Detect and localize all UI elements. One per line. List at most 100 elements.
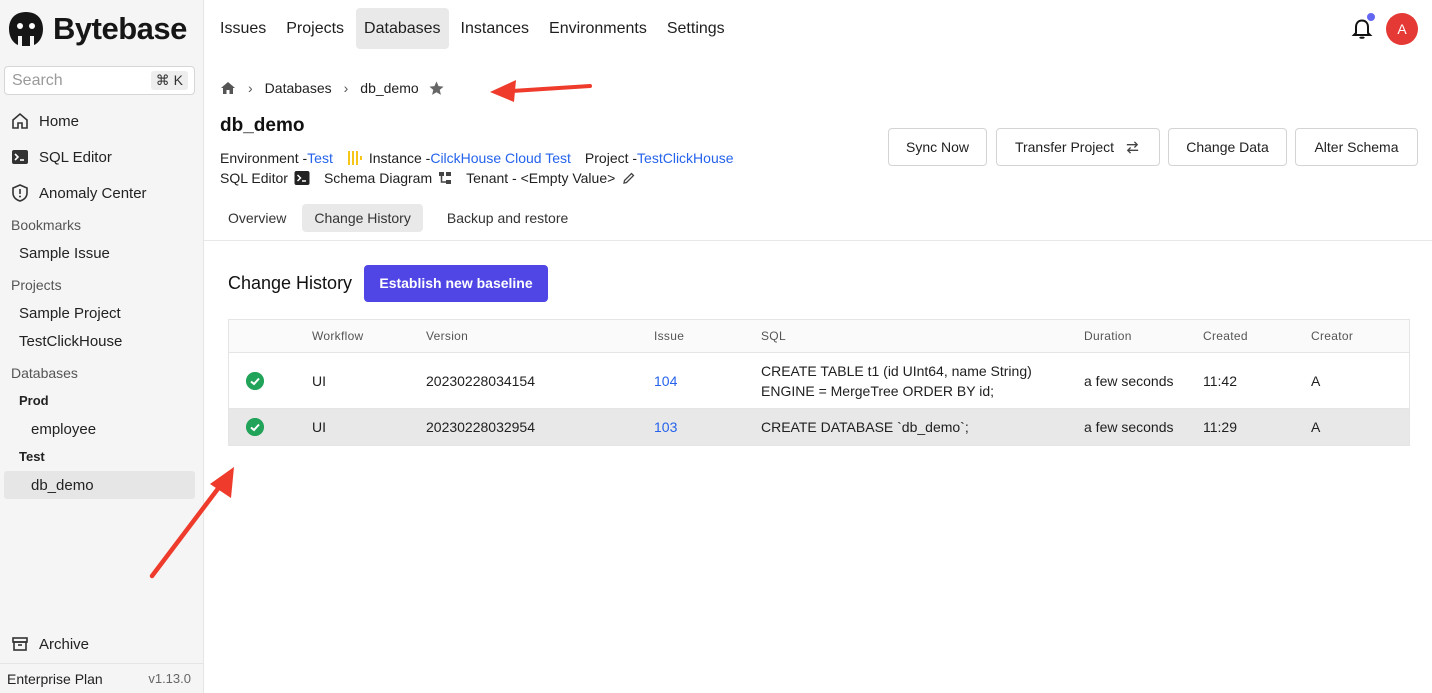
page-title: db_demo <box>220 115 305 136</box>
sidebar-item-label: Home <box>39 112 80 130</box>
pencil-icon[interactable] <box>622 171 636 185</box>
sql-cell-line1: CREATE DATABASE `db_demo`; <box>761 419 969 435</box>
database-item-active[interactable]: db_demo <box>31 477 94 494</box>
project-label: Project - <box>584 150 638 166</box>
sql-editor-link[interactable]: SQL Editor <box>220 170 288 186</box>
check-circle-icon <box>246 418 264 436</box>
topnav-projects[interactable]: Projects <box>278 8 352 49</box>
sidebar-item-sql-editor[interactable]: SQL Editor <box>11 146 112 168</box>
avatar[interactable]: A <box>1386 13 1418 45</box>
home-icon[interactable] <box>220 80 236 96</box>
sidebar-item-label: Anomaly Center <box>39 184 147 202</box>
chevron-right-icon: › <box>343 80 349 96</box>
column-header: Version <box>426 329 469 343</box>
alter-schema-button[interactable]: Alter Schema <box>1295 128 1418 166</box>
table-row[interactable]: UI 20230228034154 104 CREATE TABLE t1 (i… <box>229 353 1409 409</box>
created-cell: 11:29 <box>1203 419 1237 435</box>
home-icon <box>12 112 28 129</box>
plan-label[interactable]: Enterprise Plan <box>7 671 103 687</box>
env-group-prod: Prod <box>19 393 49 408</box>
project-item[interactable]: Sample Project <box>19 305 121 322</box>
search-shortcut: ⌘ K <box>150 71 188 90</box>
instance-label: Instance - <box>368 150 431 166</box>
workflow-cell: UI <box>312 373 326 389</box>
sidebar: Bytebase ⌘ K Home SQL Editor Anomaly Cen… <box>0 0 204 693</box>
sql-cell-line2: ENGINE = MergeTree ORDER BY id; <box>761 383 995 399</box>
issue-link[interactable]: 104 <box>654 373 677 389</box>
top-nav: Issues Projects Databases Instances Envi… <box>212 8 737 49</box>
sidebar-item-label: Archive <box>39 635 90 653</box>
topnav-databases[interactable]: Databases <box>356 8 449 49</box>
creator-cell: A <box>1311 373 1321 389</box>
issue-link[interactable]: 103 <box>654 419 677 435</box>
column-header: Creator <box>1311 329 1354 343</box>
change-history-title: Change History <box>228 273 353 293</box>
transfer-project-label: Transfer Project <box>1014 139 1115 155</box>
project-link[interactable]: TestClickHouse <box>637 150 733 166</box>
breadcrumb-current: db_demo <box>360 80 419 96</box>
workflow-cell: UI <box>312 419 326 435</box>
databases-label: Databases <box>11 365 78 381</box>
swap-arrows-icon <box>1126 140 1139 154</box>
sidebar-item-home[interactable]: Home <box>11 110 79 132</box>
sql-cell-line1: CREATE TABLE t1 (id UInt64, name String) <box>761 363 1032 379</box>
topnav-environments[interactable]: Environments <box>541 8 655 49</box>
terminal-icon <box>12 150 28 164</box>
instance-link[interactable]: CilckHouse Cloud Test <box>430 150 571 166</box>
database-tabs: Overview Change History Backup and resto… <box>216 204 584 232</box>
sidebar-item-anomaly-center[interactable]: Anomaly Center <box>11 182 147 204</box>
version-cell: 20230228032954 <box>426 419 536 435</box>
bookmarks-label: Bookmarks <box>11 217 82 233</box>
database-item[interactable]: employee <box>31 421 96 438</box>
tenant-label: Tenant - <Empty Value> <box>466 170 616 186</box>
table-row[interactable]: UI 20230228032954 103 CREATE DATABASE `d… <box>229 409 1409 445</box>
duration-cell: a few seconds <box>1084 419 1174 435</box>
database-meta-line2: SQL Editor Schema Diagram Tenant - <Empt… <box>220 170 636 186</box>
column-header: Workflow <box>312 329 364 343</box>
projects-label: Projects <box>11 277 62 293</box>
brand-logo[interactable]: Bytebase <box>7 9 187 49</box>
column-header: SQL <box>761 329 786 343</box>
search-input[interactable] <box>12 71 142 90</box>
bytebase-logo-icon <box>9 12 43 46</box>
version-cell: 20230228034154 <box>426 373 536 389</box>
diagram-icon[interactable] <box>438 171 452 185</box>
terminal-icon[interactable] <box>294 170 310 186</box>
project-item[interactable]: TestClickHouse <box>19 333 122 350</box>
chevron-right-icon: › <box>248 80 253 96</box>
sync-now-button[interactable]: Sync Now <box>888 128 987 166</box>
topnav-instances[interactable]: Instances <box>453 8 537 49</box>
search-box[interactable]: ⌘ K <box>4 66 195 95</box>
creator-cell: A <box>1311 419 1321 435</box>
transfer-project-button[interactable]: Transfer Project <box>996 128 1160 166</box>
tab-backup-restore[interactable]: Backup and restore <box>435 204 580 232</box>
shield-icon <box>12 184 28 202</box>
tabs-divider <box>204 240 1432 241</box>
env-label: Environment - <box>220 150 308 166</box>
tab-change-history[interactable]: Change History <box>302 204 423 232</box>
topnav-issues[interactable]: Issues <box>212 8 274 49</box>
notification-dot <box>1366 12 1376 22</box>
sidebar-item-label: SQL Editor <box>39 148 112 166</box>
created-cell: 11:42 <box>1203 373 1237 389</box>
sidebar-item-archive[interactable]: Archive <box>11 633 89 655</box>
breadcrumb-databases[interactable]: Databases <box>265 80 332 96</box>
archive-icon <box>12 637 28 651</box>
sidebar-footer: Enterprise Plan v1.13.0 <box>0 663 203 693</box>
tab-overview[interactable]: Overview <box>216 204 298 232</box>
column-header: Issue <box>654 329 685 343</box>
schema-diagram-link[interactable]: Schema Diagram <box>324 170 432 186</box>
change-history-table: Workflow Version Issue SQL Duration Crea… <box>228 319 1410 446</box>
bookmark-item[interactable]: Sample Issue <box>19 245 110 262</box>
env-link[interactable]: Test <box>307 150 333 166</box>
brand-name: Bytebase <box>53 11 187 46</box>
env-group-test: Test <box>19 449 45 464</box>
breadcrumb: › Databases › db_demo <box>220 78 445 98</box>
annotation-arrow-breadcrumb <box>490 80 592 102</box>
establish-baseline-button[interactable]: Establish new baseline <box>364 265 548 302</box>
topnav-settings[interactable]: Settings <box>659 8 733 49</box>
database-meta-line1: Environment - Test Instance - CilckHouse… <box>220 150 734 166</box>
star-icon[interactable] <box>428 80 445 97</box>
version-label: v1.13.0 <box>148 671 191 686</box>
change-data-button[interactable]: Change Data <box>1168 128 1287 166</box>
